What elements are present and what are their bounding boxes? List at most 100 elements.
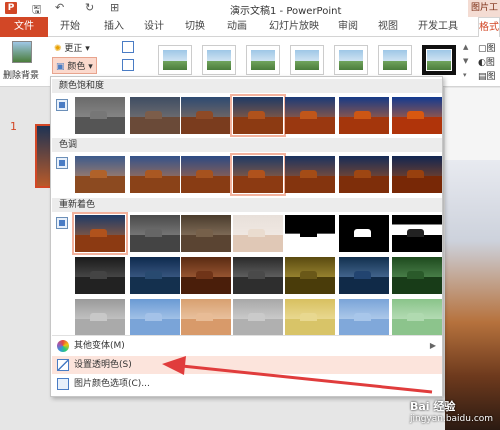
color-variation-recolor-light-orange[interactable] [181,299,231,336]
tab-home[interactable]: 开始 [56,17,84,37]
tab-design[interactable]: 设计 [140,17,168,37]
thumb-ground [130,277,180,294]
color-variation-tone-7200k[interactable] [285,156,335,193]
color-variation-recolor-dark-blue-2[interactable] [339,257,389,294]
slide-photo[interactable] [445,160,500,430]
tab-view[interactable]: 视图 [374,17,402,37]
redo-icon[interactable]: ↻ [85,1,94,14]
thumb-mesa [407,111,424,120]
color-variation-recolor-washout[interactable] [233,215,283,252]
color-variation-recolor-light-1[interactable] [75,299,125,336]
corrections-button[interactable]: ✺ 更正 ▾ [54,41,90,54]
thumb-mesa [407,229,424,238]
picture-style-3[interactable] [246,45,280,75]
color-variation-recolor-bw-25[interactable] [285,215,335,252]
thumb-ground [130,117,180,134]
thumb-mesa [354,313,371,322]
color-variation-tone-4700k[interactable] [75,156,125,193]
picture-style-5[interactable] [334,45,368,75]
tab-developer[interactable]: 开发工具 [414,17,462,37]
picture-color-options-menu-item[interactable]: 图片颜色选项(C)... [52,375,442,393]
color-variation-saturation-300[interactable] [339,97,389,134]
color-variation-recolor-grayscale[interactable] [130,215,180,252]
saturation-row-icon [56,99,68,111]
thumb-mesa [407,313,424,322]
picture-style-4[interactable] [290,45,324,75]
color-variation-tone-5900k[interactable] [181,156,231,193]
tab-format[interactable]: 格式 [478,17,500,37]
color-variation-recolor-bw-50[interactable] [339,215,389,252]
color-variation-recolor-light-gold[interactable] [285,299,335,336]
more-variations-menu-item[interactable]: 其他变体(M) ▶ [52,337,442,355]
thumb-mesa [145,229,162,238]
tone-section-header: 色调 [52,138,442,152]
picture-border-label: 图 [486,44,496,54]
thumb-ground [75,319,125,336]
tab-file[interactable]: 文件 [0,17,48,37]
color-variation-tone-11200k[interactable] [392,156,442,193]
color-button[interactable]: ▣ 颜色 ▾ [52,57,97,74]
picture-style-2[interactable] [202,45,236,75]
color-dropdown-panel: 颜色饱和度 色调 重新着色 其他变体(M) ▶ 设置透明色(S) 图片颜色选项(… [50,76,443,397]
remove-background-button[interactable]: 删除背景 [3,68,39,81]
tab-slideshow[interactable]: 幻灯片放映 [262,17,326,37]
thumb-mesa [407,271,424,280]
gallery-more-icon[interactable]: ▾ [463,71,467,79]
thumb-ground [392,176,442,193]
color-variation-recolor-dark-blue[interactable] [130,257,180,294]
picture-effects-button[interactable]: ◐图 [478,55,495,68]
color-variation-tone-7800k[interactable] [339,156,389,193]
color-variation-recolor-bw-75[interactable] [392,215,442,252]
color-variation-recolor-light-gray[interactable] [233,299,283,336]
compress-pictures-icon[interactable] [122,41,134,53]
color-variation-recolor-sepia[interactable] [181,215,231,252]
color-variation-tone-5300k[interactable] [130,156,180,193]
customize-qat-icon[interactable]: ⊞ [110,1,119,14]
color-variation-tone-6500k[interactable] [230,153,286,196]
picture-layout-button[interactable]: ▤图 [478,69,496,82]
thumb-mesa [248,313,265,322]
thumb-ground [75,117,125,134]
tab-review[interactable]: 审阅 [334,17,362,37]
color-variation-recolor-dark-green[interactable] [392,257,442,294]
color-variation-recolor-none[interactable] [72,212,128,255]
sun-icon: ✺ [54,44,62,54]
watermark-brand: Bai 经验 [410,400,456,413]
picture-style-7[interactable] [422,45,456,75]
gallery-scroll-down-icon[interactable]: ▼ [463,57,468,65]
palette-icon [57,340,69,352]
tab-animations[interactable]: 动画 [223,17,251,37]
color-variation-saturation-0[interactable] [75,97,125,134]
thumb-ground [285,277,335,294]
undo-icon[interactable]: ↶ [55,1,64,14]
picture-border-button[interactable]: ▢图 [478,41,496,54]
thumb-mesa [248,170,265,179]
color-variation-recolor-dark-gold[interactable] [285,257,335,294]
thumb-mesa [300,111,317,120]
change-picture-icon[interactable] [122,59,134,71]
color-variation-saturation-100[interactable] [230,94,286,137]
color-variation-saturation-400[interactable] [392,97,442,134]
thumb-ground [285,176,335,193]
color-variation-recolor-dark-gray[interactable] [233,257,283,294]
thumb-ground [285,235,335,252]
thumb-mesa [248,271,265,280]
submenu-arrow-icon: ▶ [429,341,436,350]
color-variation-recolor-light-blue-2[interactable] [339,299,389,336]
set-transparent-color-menu-item[interactable]: 设置透明色(S) [52,356,442,374]
tab-transitions[interactable]: 切换 [181,17,209,37]
color-variation-recolor-light-blue[interactable] [130,299,180,336]
gallery-scroll-up-icon[interactable]: ▲ [463,43,468,51]
color-variation-recolor-dark-orange[interactable] [181,257,231,294]
color-variation-saturation-200[interactable] [285,97,335,134]
picture-style-6[interactable] [378,45,412,75]
tab-insert[interactable]: 插入 [100,17,128,37]
watermark-url: jingyan.baidu.com [410,414,494,424]
color-variation-recolor-dark-1[interactable] [75,257,125,294]
color-variation-saturation-66[interactable] [181,97,231,134]
picture-style-1[interactable] [158,45,192,75]
thumb-ground [233,277,283,294]
color-variation-saturation-33[interactable] [130,97,180,134]
color-variation-recolor-light-green[interactable] [392,299,442,336]
more-variations-label: 其他变体(M) [74,341,125,351]
